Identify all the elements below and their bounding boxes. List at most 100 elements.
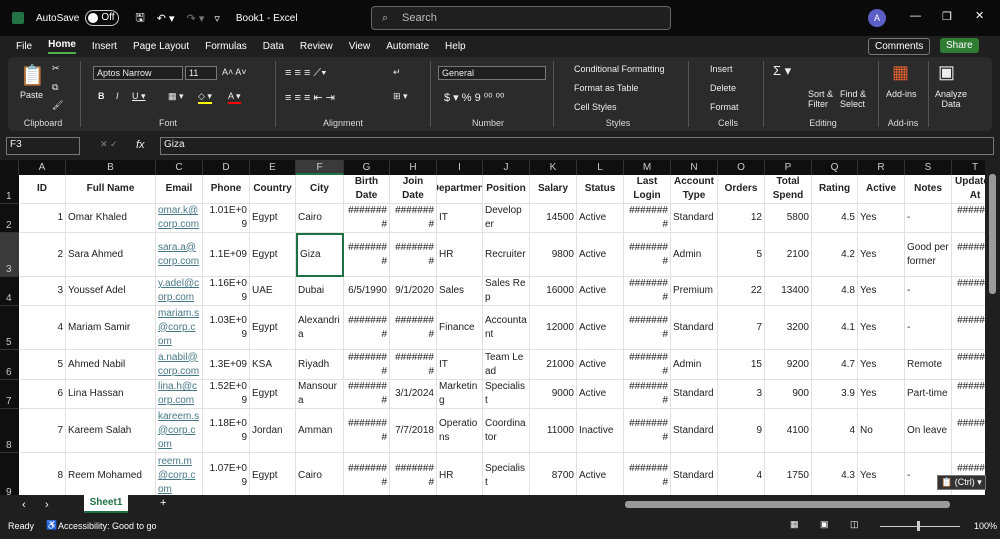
table-cell[interactable]: Specialist [483,453,530,495]
header-cell[interactable]: Updated At [952,175,985,204]
column-header-H[interactable]: H [390,160,437,175]
table-cell[interactable]: 12 [718,204,765,233]
paste-button[interactable]: Paste [20,90,43,100]
table-cell[interactable]: Standard [671,380,718,409]
font-name-select[interactable]: Aptos Narrow [93,66,183,80]
table-cell[interactable]: 9/1/2020 [390,277,437,306]
table-cell[interactable]: Coordinator [483,409,530,453]
table-cell[interactable]: Marketing [437,380,483,409]
table-cell[interactable]: 12000 [530,306,577,350]
table-cell[interactable]: 13400 [765,277,812,306]
table-cell[interactable]: Egypt [250,453,296,495]
prev-sheet-icon[interactable]: ‹ [22,499,26,511]
table-cell[interactable]: Egypt [250,306,296,350]
table-cell[interactable]: Active [577,350,624,380]
header-cell[interactable]: Birth Date [344,175,390,204]
header-cell[interactable]: Active [858,175,905,204]
bold-button[interactable]: B [98,91,105,101]
row-header-6[interactable]: 6 [0,350,19,380]
column-header-S[interactable]: S [905,160,952,175]
wrap-text-icon[interactable]: ↵ [393,67,401,78]
table-cell[interactable]: Good performer [905,233,952,277]
tab-formulas[interactable]: Formulas [205,41,247,52]
table-cell[interactable]: Yes [858,277,905,306]
table-cell[interactable]: Specialist [483,380,530,409]
tab-insert[interactable]: Insert [92,41,117,52]
table-cell[interactable]: No [858,409,905,453]
cut-icon[interactable]: ✂ [52,63,60,74]
tab-data[interactable]: Data [263,41,284,52]
column-header-A[interactable]: A [19,160,66,175]
table-cell[interactable]: Standard [671,204,718,233]
header-cell[interactable]: Join Date [390,175,437,204]
copy-icon[interactable]: ⧉ [52,82,58,93]
table-cell[interactable]: 9000 [530,380,577,409]
table-cell[interactable]: 15 [718,350,765,380]
font-color-icon[interactable]: A ▾ [228,91,241,104]
row-header-1[interactable]: 1 [0,175,19,204]
column-header-I[interactable]: I [437,160,483,175]
table-cell[interactable]: ######## [952,233,985,277]
table-cell[interactable]: 4 [718,453,765,495]
header-cell[interactable]: Email [156,175,203,204]
table-cell[interactable]: Jordan [250,409,296,453]
table-cell[interactable]: Egypt [250,233,296,277]
table-cell[interactable]: 9 [718,409,765,453]
table-cell[interactable]: ######## [390,453,437,495]
table-cell[interactable]: 8 [19,453,66,495]
delete-cells-button[interactable]: Delete [710,83,736,93]
autosum-icon[interactable]: Σ ▾ [773,63,791,79]
table-cell[interactable]: 1.01E+09 [203,204,250,233]
table-cell[interactable]: Admin [671,350,718,380]
format-cells-button[interactable]: Format [710,102,739,112]
table-cell[interactable]: ######## [624,233,671,277]
table-cell[interactable]: Inactive [577,409,624,453]
column-header-N[interactable]: N [671,160,718,175]
column-header-M[interactable]: M [624,160,671,175]
table-cell[interactable]: 3.9 [812,380,858,409]
accessibility-status[interactable]: Accessibility: Good to go [58,521,157,531]
table-cell[interactable]: Riyadh [296,350,344,380]
header-cell[interactable]: ID [19,175,66,204]
table-cell[interactable]: 14500 [530,204,577,233]
insert-cells-button[interactable]: Insert [710,64,733,74]
header-cell[interactable]: Rating [812,175,858,204]
table-cell[interactable]: ######## [952,350,985,380]
table-cell[interactable]: Lina Hassan [66,380,156,409]
page-layout-view-icon[interactable]: ▣ [820,519,829,530]
fill-color-icon[interactable]: ◇ ▾ [198,91,212,104]
table-cell[interactable]: IT [437,350,483,380]
table-cell[interactable]: 4.5 [812,204,858,233]
table-cell[interactable]: KSA [250,350,296,380]
autosave-toggle[interactable]: Off [85,10,120,26]
table-cell[interactable]: Operations [437,409,483,453]
table-cell[interactable]: Active [577,380,624,409]
addins-button[interactable]: Add-ins [886,89,917,99]
table-cell[interactable]: ######## [390,204,437,233]
align-left-icons[interactable]: ≡ ≡ ≡ ⇤ ⇥ [285,91,335,104]
email-link-cell[interactable]: lina.h@corp.com [156,380,203,409]
zoom-level[interactable]: 100% [974,521,997,531]
table-cell[interactable]: ######## [344,306,390,350]
name-box[interactable]: F3 [6,137,80,155]
formula-input[interactable]: Giza [160,137,994,155]
row-header-5[interactable]: 5 [0,306,19,350]
conditional-formatting-button[interactable]: Conditional Formatting [574,64,665,74]
table-cell[interactable]: 4.2 [812,233,858,277]
table-cell[interactable]: 3/1/2024 [390,380,437,409]
align-top-icons[interactable]: ≡ ≡ ≡ ⟋▾ [285,67,327,80]
row-header-3[interactable]: 3 [0,233,19,277]
header-cell[interactable]: Last Login [624,175,671,204]
page-break-view-icon[interactable]: ◫ [850,519,859,530]
table-cell[interactable]: Cairo [296,453,344,495]
table-cell[interactable]: Active [577,233,624,277]
header-cell[interactable]: Status [577,175,624,204]
email-link-cell[interactable]: reem.m@corp.com [156,453,203,495]
table-cell[interactable]: ######## [624,380,671,409]
table-cell[interactable]: Amman [296,409,344,453]
table-cell[interactable]: 4.1 [812,306,858,350]
column-header-C[interactable]: C [156,160,203,175]
email-link-cell[interactable]: sara.a@corp.com [156,233,203,277]
table-cell[interactable]: Standard [671,409,718,453]
table-cell[interactable]: Youssef Adel [66,277,156,306]
